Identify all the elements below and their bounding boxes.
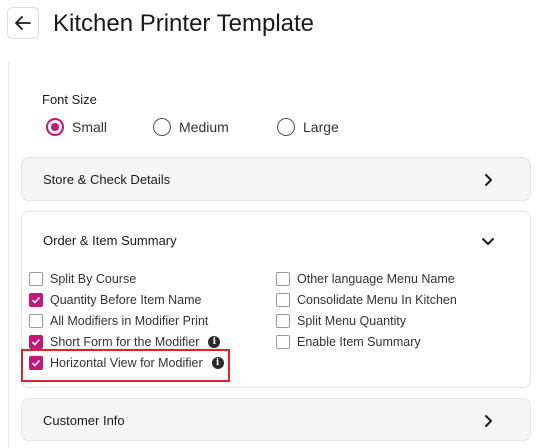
section-title: Order & Item Summary: [43, 233, 177, 248]
checkbox-enable-item-summary[interactable]: Enable Item Summary: [276, 335, 421, 349]
radio-medium[interactable]: Medium: [153, 118, 229, 136]
radio-large[interactable]: Large: [277, 118, 339, 136]
checkbox-label: All Modifiers in Modifier Print: [50, 314, 209, 328]
content-divider: [8, 62, 9, 448]
checkbox-icon: [276, 314, 290, 328]
checkbox-quantity-before-item-name[interactable]: Quantity Before Item Name: [29, 293, 201, 307]
checkbox-label: Enable Item Summary: [297, 335, 421, 349]
store-check-details-section[interactable]: Store & Check Details: [21, 157, 531, 201]
chevron-right-icon[interactable]: [480, 413, 496, 429]
checkbox-short-form-modifier[interactable]: Short Form for the Modifier i: [29, 335, 221, 349]
checkbox-label: Short Form for the Modifier: [50, 335, 200, 349]
back-button[interactable]: [7, 7, 39, 39]
checkbox-label: Other language Menu Name: [297, 272, 455, 286]
section-title: Store & Check Details: [43, 172, 171, 187]
section-title: Customer Info: [43, 413, 125, 428]
checkbox-split-menu-quantity[interactable]: Split Menu Quantity: [276, 314, 406, 328]
checkbox-other-language-menu-name[interactable]: Other language Menu Name: [276, 272, 455, 286]
checkbox-consolidate-menu[interactable]: Consolidate Menu In Kitchen: [276, 293, 457, 307]
arrow-left-icon: [15, 16, 31, 30]
radio-button-icon: [277, 118, 295, 136]
checkbox-all-modifiers[interactable]: All Modifiers in Modifier Print: [29, 314, 208, 328]
checkbox-checked-icon: [29, 335, 43, 349]
checkbox-icon: [29, 272, 43, 286]
chevron-right-icon[interactable]: [480, 172, 496, 188]
radio-button-icon: [153, 118, 171, 136]
radio-label: Large: [303, 119, 339, 135]
checkbox-split-by-course[interactable]: Split By Course: [29, 272, 136, 286]
highlight-box: [21, 349, 230, 382]
info-icon[interactable]: i: [208, 336, 221, 348]
checkbox-label: Split By Course: [50, 272, 137, 286]
checkbox-label: Consolidate Menu In Kitchen: [297, 293, 457, 307]
checkbox-label: Split Menu Quantity: [297, 314, 407, 328]
radio-small[interactable]: Small: [46, 118, 107, 136]
radio-label: Medium: [179, 119, 229, 135]
font-size-label: Font Size: [42, 92, 97, 107]
page-title: Kitchen Printer Template: [53, 10, 315, 37]
customer-info-section[interactable]: Customer Info: [21, 398, 531, 441]
checkbox-icon: [276, 272, 290, 286]
radio-button-icon: [46, 118, 64, 136]
checkbox-checked-icon: [29, 293, 43, 307]
checkbox-icon: [29, 314, 43, 328]
checkbox-label: Quantity Before Item Name: [50, 293, 202, 307]
chevron-down-icon[interactable]: [480, 233, 496, 249]
radio-label: Small: [72, 119, 108, 135]
checkbox-icon: [276, 335, 290, 349]
checkbox-icon: [276, 293, 290, 307]
